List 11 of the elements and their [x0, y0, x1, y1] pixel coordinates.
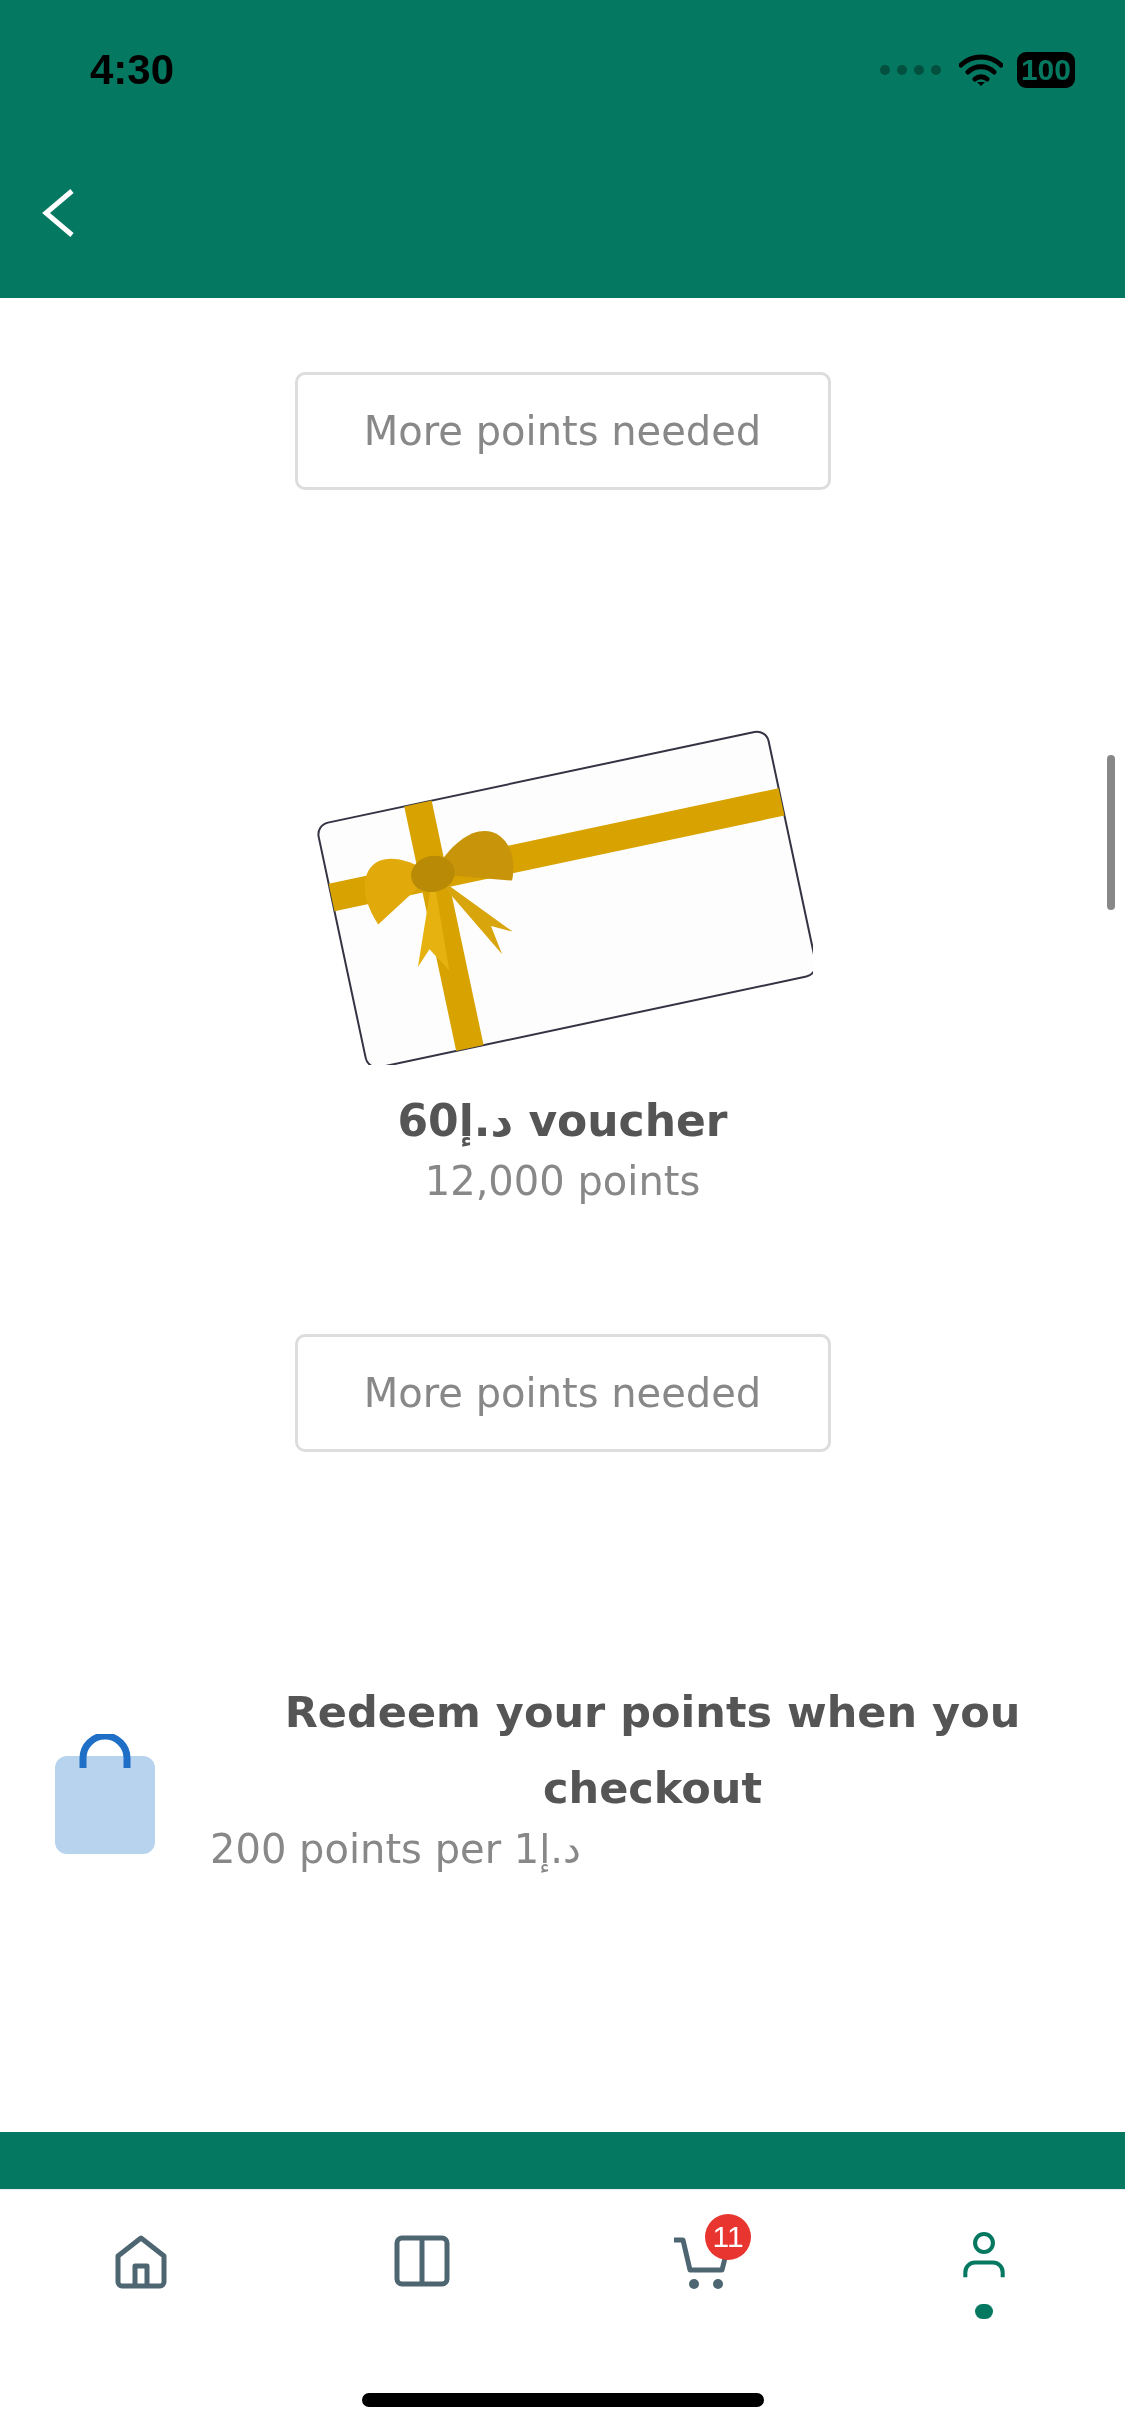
wifi-icon — [958, 53, 1003, 87]
points-cost: 12,000 points — [424, 1158, 701, 1204]
cart-badge: 11 — [705, 2214, 752, 2260]
redeem-title: Redeem your points when you checkout — [283, 1686, 1022, 1815]
shopping-bag-icon — [55, 1734, 155, 1854]
cart-tab[interactable]: 11 — [643, 2190, 764, 2320]
battery-level: 100 — [1016, 52, 1075, 88]
status-time: 4:30 — [90, 46, 175, 94]
voucher-title: 60د.إ voucher — [397, 1095, 728, 1146]
redeem-rate: 200 points per 1د.إ — [210, 1826, 582, 1872]
back-icon[interactable] — [40, 188, 76, 238]
